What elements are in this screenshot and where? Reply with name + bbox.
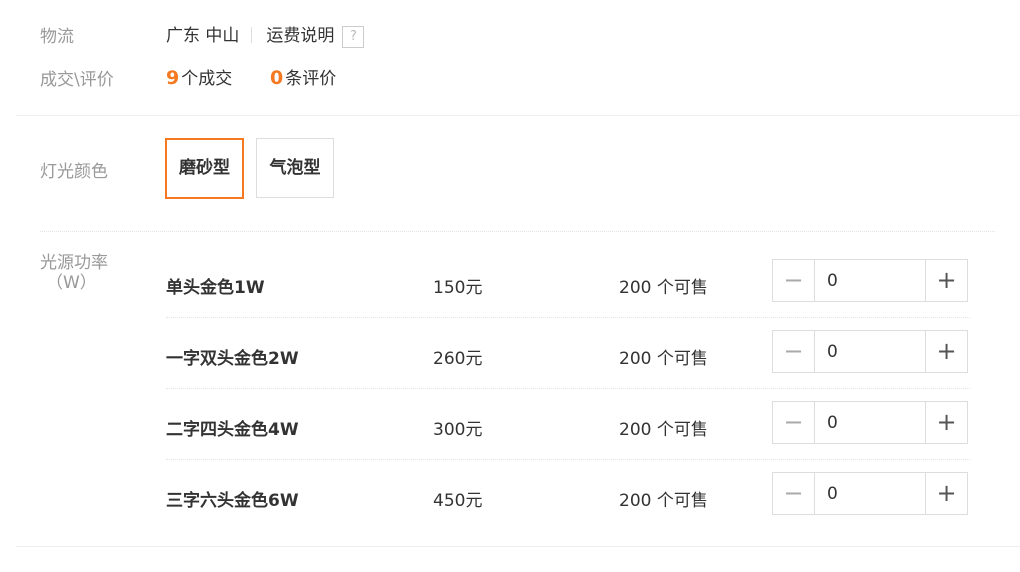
- sku-name: 一字双头金色2W: [166, 349, 299, 369]
- help-icon[interactable]: ?: [342, 26, 365, 48]
- sku-stock: 200 个可售: [619, 420, 708, 440]
- sku-price: 150元: [433, 278, 483, 298]
- increase-button[interactable]: +: [925, 260, 967, 301]
- shipping-info-link[interactable]: 运费说明: [266, 26, 334, 46]
- quantity-input[interactable]: [815, 402, 927, 443]
- separator: [251, 27, 253, 43]
- sku-name: 三字六头金色6W: [166, 491, 299, 511]
- sku-stock: 200 个可售: [619, 491, 708, 511]
- light-color-label: 灯光颜色: [40, 162, 108, 182]
- deals-row: 成交\评价 9 个成交 0 条评价: [0, 60, 1020, 90]
- sku-price: 300元: [433, 420, 483, 440]
- decrease-button[interactable]: −: [773, 331, 815, 372]
- deals-label: 成交\评价: [40, 70, 114, 90]
- power-label-line1: 光源功率: [40, 253, 108, 273]
- quantity-input[interactable]: [815, 331, 927, 372]
- sales-count: 9 个成交: [166, 64, 232, 89]
- sku-price: 450元: [433, 491, 483, 511]
- logistics-row: 物流 广东 中山 运费说明?: [0, 18, 1020, 48]
- sales-text: 个成交: [181, 69, 233, 89]
- sku-row: 二字四头金色4W 300元 200 个可售 − +: [166, 389, 970, 460]
- review-text: 条评价: [285, 69, 337, 89]
- quantity-stepper: − +: [772, 330, 968, 373]
- sku-name: 二字四头金色4W: [166, 420, 299, 440]
- sku-stock: 200 个可售: [619, 278, 708, 298]
- quantity-stepper: − +: [772, 401, 968, 444]
- quantity-stepper: − +: [772, 259, 968, 302]
- sku-stock: 200 个可售: [619, 349, 708, 369]
- sku-row: 三字六头金色6W 450元 200 个可售 − +: [166, 460, 970, 531]
- decrease-button[interactable]: −: [773, 260, 815, 301]
- sku-row: 一字双头金色2W 260元 200 个可售 − +: [166, 318, 970, 389]
- power-label-unit: （W）: [46, 273, 97, 293]
- shipping-location: 广东 中山: [166, 26, 240, 46]
- review-number: 0: [270, 67, 284, 89]
- quantity-input[interactable]: [815, 473, 927, 514]
- divider: [16, 546, 1020, 547]
- decrease-button[interactable]: −: [773, 402, 815, 443]
- power-label: 光源功率 （W）: [40, 253, 108, 293]
- divider: [40, 231, 995, 232]
- sku-row: 单头金色1W 150元 200 个可售 − +: [166, 247, 970, 318]
- quantity-stepper: − +: [772, 472, 968, 515]
- review-count[interactable]: 0 条评价: [270, 64, 336, 89]
- sku-price: 260元: [433, 349, 483, 369]
- increase-button[interactable]: +: [925, 402, 967, 443]
- increase-button[interactable]: +: [925, 331, 967, 372]
- logistics-info: 广东 中山 运费说明?: [166, 21, 365, 48]
- increase-button[interactable]: +: [925, 473, 967, 514]
- quantity-input[interactable]: [815, 260, 927, 301]
- divider: [16, 115, 1020, 116]
- sku-name: 单头金色1W: [166, 278, 265, 298]
- sales-number: 9: [166, 67, 180, 89]
- option-frosted[interactable]: 磨砂型: [165, 138, 244, 199]
- logistics-label: 物流: [40, 27, 74, 47]
- decrease-button[interactable]: −: [773, 473, 815, 514]
- option-bubble[interactable]: 气泡型: [256, 138, 334, 198]
